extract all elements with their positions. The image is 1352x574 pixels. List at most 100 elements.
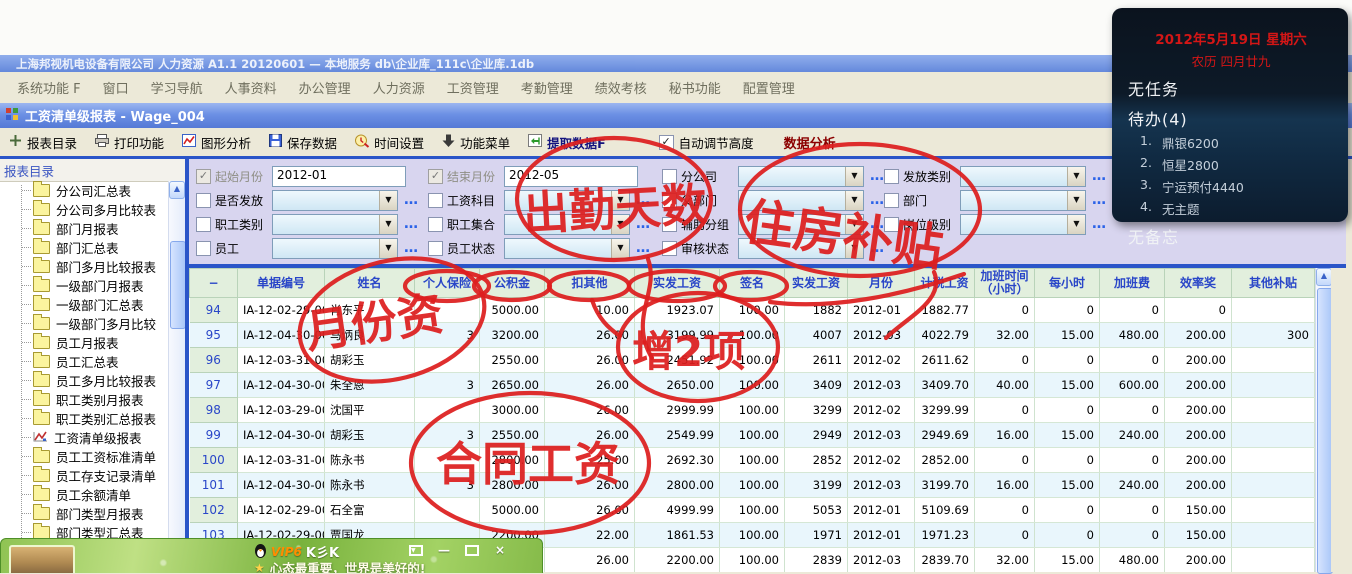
cell-row-number[interactable]: 96	[190, 348, 238, 373]
cell-paid-wage-2[interactable]: 3199	[785, 473, 848, 498]
sidebar-item-selected[interactable]: 工资清单级报表	[0, 428, 168, 447]
col-header-per-hour[interactable]: 每小时	[1035, 269, 1100, 298]
menu-item[interactable]: 秘书功能	[658, 78, 732, 97]
cell-overtime-pay[interactable]: 0	[1100, 298, 1165, 323]
auto-adjust-height-option[interactable]: 自动调节高度	[659, 133, 754, 152]
cell-signature[interactable]: 100.00	[720, 423, 785, 448]
chart-analysis-button[interactable]: 图形分析	[175, 130, 257, 155]
filter-checkbox[interactable]	[196, 241, 211, 256]
cell-deduct-other[interactable]: 25.00	[545, 448, 635, 473]
col-header-personal-insurance[interactable]: 个人保险	[415, 269, 480, 298]
cell-signature[interactable]: 100.00	[720, 348, 785, 373]
cell-month[interactable]: 2012-01	[848, 298, 915, 323]
auto-adjust-height-checkbox[interactable]	[659, 135, 674, 150]
sidebar-item[interactable]: 部门汇总表	[0, 238, 168, 257]
cell-paid-wage-2[interactable]: 2611	[785, 348, 848, 373]
cell-deduct-other[interactable]: 26.00	[545, 398, 635, 423]
cell-deduct-other[interactable]: 26.00	[545, 498, 635, 523]
cell-overtime-pay[interactable]: 240.00	[1100, 423, 1165, 448]
cell-overtime-pay[interactable]: 600.00	[1100, 373, 1165, 398]
cell-efficiency-bonus[interactable]: 200.00	[1165, 423, 1232, 448]
cell-other-subsidy[interactable]	[1232, 473, 1315, 498]
more-options-button[interactable]: …	[870, 168, 885, 184]
cell-provident-fund[interactable]: 5000.00	[480, 498, 545, 523]
cell-row-number[interactable]: 94	[190, 298, 238, 323]
cell-taxable-wage[interactable]: 2611.62	[915, 348, 975, 373]
cell-signature[interactable]: 100.00	[720, 498, 785, 523]
menu-item[interactable]: 学习导航	[140, 78, 214, 97]
close-button[interactable]: ×	[491, 543, 509, 557]
sidebar-item[interactable]: 一级部门多月比较	[0, 314, 168, 333]
filter-checkbox[interactable]	[884, 193, 899, 208]
more-options-button[interactable]: …	[636, 192, 651, 208]
cell-doc-no[interactable]: IA-12-03-29-0001	[238, 398, 325, 423]
cell-taxable-wage[interactable]: 3199.70	[915, 473, 975, 498]
dropdown-arrow-icon[interactable]: ▼	[845, 239, 863, 258]
cell-personal-insurance[interactable]: 3	[415, 323, 480, 348]
cell-taxable-wage[interactable]: 3409.70	[915, 373, 975, 398]
dropdown-arrow-icon[interactable]: ▼	[611, 215, 629, 234]
menu-item[interactable]: 考勤管理	[510, 78, 584, 97]
col-header-other-subsidy[interactable]: 其他补贴	[1232, 269, 1315, 298]
dropdown-arrow-icon[interactable]: ▼	[845, 191, 863, 210]
cell-provident-fund[interactable]: 5000.00	[480, 298, 545, 323]
cell-paid-wage[interactable]: 2451.92	[635, 348, 720, 373]
cell-taxable-wage[interactable]: 2852.00	[915, 448, 975, 473]
cell-other-subsidy[interactable]	[1232, 523, 1315, 548]
function-menu-button[interactable]: 功能菜单	[435, 130, 516, 155]
filter-dropdown[interactable]: ▼	[272, 214, 398, 235]
cell-per-hour[interactable]: 0	[1035, 498, 1100, 523]
cell-per-hour[interactable]: 15.00	[1035, 548, 1100, 573]
col-header-row-number[interactable]: −	[190, 269, 238, 298]
cell-signature[interactable]: 100.00	[720, 548, 785, 573]
cell-overtime-hours[interactable]: 32.00	[975, 323, 1035, 348]
filter-checkbox[interactable]	[196, 169, 211, 184]
cell-taxable-wage[interactable]: 1882.77	[915, 298, 975, 323]
cell-efficiency-bonus[interactable]: 200.00	[1165, 473, 1232, 498]
minimize-button[interactable]: —	[435, 543, 453, 557]
cell-overtime-pay[interactable]: 240.00	[1100, 473, 1165, 498]
cell-provident-fund[interactable]: 3000.00	[480, 398, 545, 423]
sidebar-item[interactable]: 员工余额清单	[0, 485, 168, 504]
filter-checkbox[interactable]	[428, 193, 443, 208]
filter-dropdown[interactable]: ▼	[504, 238, 630, 259]
cell-other-subsidy[interactable]	[1232, 398, 1315, 423]
cell-overtime-hours[interactable]: 0	[975, 448, 1035, 473]
cell-other-subsidy[interactable]	[1232, 298, 1315, 323]
cell-signature[interactable]: 100.00	[720, 448, 785, 473]
col-header-signature[interactable]: 签名	[720, 269, 785, 298]
cell-personal-insurance[interactable]: 3	[415, 473, 480, 498]
cell-doc-no[interactable]: IA-12-03-31-0001	[238, 448, 325, 473]
filter-checkbox[interactable]	[662, 193, 677, 208]
cell-row-number[interactable]: 99	[190, 423, 238, 448]
col-header-doc-no[interactable]: 单据编号	[238, 269, 325, 298]
filter-dropdown[interactable]: ▼	[272, 238, 398, 259]
cell-paid-wage[interactable]: 1923.07	[635, 298, 720, 323]
scrollbar-thumb[interactable]	[170, 241, 185, 329]
scroll-up-button[interactable]: ▲	[1316, 268, 1332, 286]
menu-item[interactable]: 人力资源	[362, 78, 436, 97]
more-options-button[interactable]: …	[404, 192, 419, 208]
cell-doc-no[interactable]: IA-12-04-30-0003	[238, 373, 325, 398]
cell-deduct-other[interactable]: 26.00	[545, 348, 635, 373]
cell-month[interactable]: 2012-03	[848, 373, 915, 398]
col-header-month[interactable]: 月份	[848, 269, 915, 298]
col-header-paid-wage-2[interactable]: 实发工资	[785, 269, 848, 298]
extract-data-button[interactable]: 提取数据F	[521, 130, 612, 155]
sidebar-item[interactable]: 分公司汇总表	[0, 181, 168, 200]
cell-name[interactable]: 马炳良	[325, 323, 415, 348]
cell-month[interactable]: 2012-03	[848, 323, 915, 348]
cell-deduct-other[interactable]: 26.00	[545, 373, 635, 398]
dropdown-arrow-icon[interactable]: ▼	[611, 239, 629, 258]
cell-taxable-wage[interactable]: 4022.79	[915, 323, 975, 348]
cell-deduct-other[interactable]: 26.00	[545, 473, 635, 498]
col-header-provident-fund[interactable]: 公积金	[480, 269, 545, 298]
cell-personal-insurance[interactable]	[415, 398, 480, 423]
cell-paid-wage[interactable]: 2549.99	[635, 423, 720, 448]
cell-per-hour[interactable]: 15.00	[1035, 373, 1100, 398]
sidebar-item[interactable]: 员工多月比较报表	[0, 371, 168, 390]
cell-personal-insurance[interactable]	[415, 298, 480, 323]
cell-paid-wage-2[interactable]: 2852	[785, 448, 848, 473]
report-catalog-button[interactable]: 报表目录	[2, 130, 83, 155]
cell-overtime-hours[interactable]: 0	[975, 348, 1035, 373]
